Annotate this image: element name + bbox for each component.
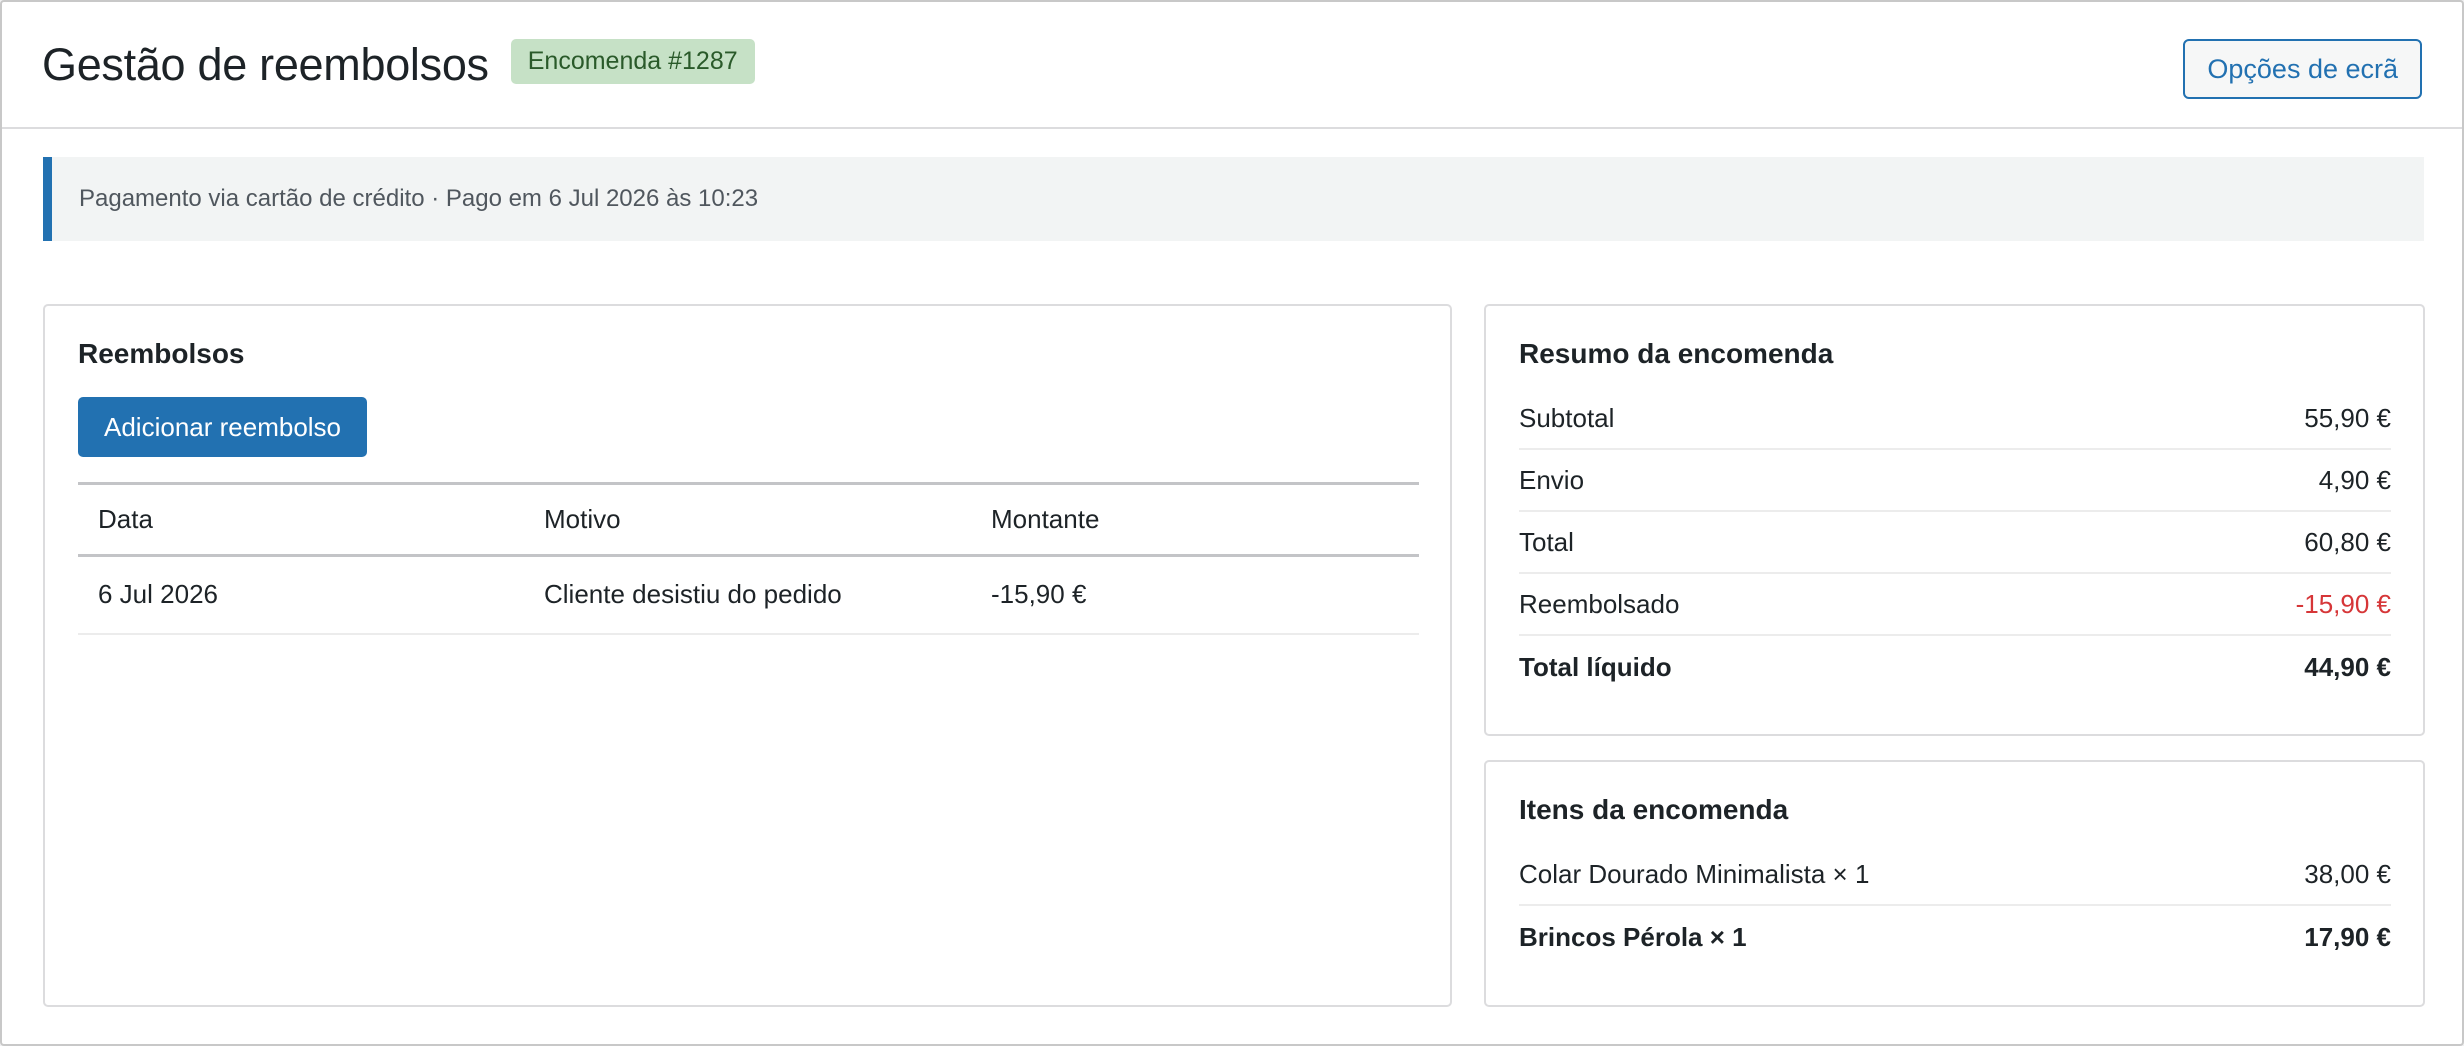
order-items-card: Itens da encomenda Colar Dourado Minimal…	[1484, 760, 2425, 1007]
summary-row-net-total: Total líquido 44,90 €	[1519, 636, 2391, 698]
payment-notice-text: Pagamento via cartão de crédito · Pago e…	[79, 185, 759, 212]
list-item: Colar Dourado Minimalista × 1 38,00 €	[1519, 844, 2391, 906]
summary-value: 4,90 €	[2318, 464, 2391, 495]
page-header: Gestão de reembolsos Encomenda #1287 Opç…	[2, 2, 2462, 129]
summary-row-refunded: Reembolsado -15,90 €	[1519, 574, 2391, 636]
summary-label: Total líquido	[1519, 651, 1672, 682]
summary-value: 55,90 €	[2304, 402, 2391, 433]
summary-value: 44,90 €	[2304, 651, 2391, 682]
item-label: Brincos Pérola × 1	[1519, 921, 1747, 952]
refund-date: 6 Jul 2026	[78, 555, 524, 635]
summary-row-total: Total 60,80 €	[1519, 512, 2391, 574]
summary-value: 60,80 €	[2304, 526, 2391, 557]
summary-label: Subtotal	[1519, 402, 1615, 433]
table-row[interactable]: 6 Jul 2026 Cliente desistiu do pedido -1…	[78, 555, 1419, 635]
table-header-row: Data Motivo Montante	[78, 482, 1419, 557]
order-summary-title: Resumo da encomenda	[1519, 338, 1834, 369]
list-item: Brincos Pérola × 1 17,90 €	[1519, 906, 2391, 968]
item-price: 38,00 €	[2304, 858, 2391, 889]
app-window: Gestão de reembolsos Encomenda #1287 Opç…	[0, 0, 2464, 1046]
refunds-card: Reembolsos Adicionar reembolso Data Moti…	[43, 304, 1452, 1007]
order-items-title: Itens da encomenda	[1519, 794, 1789, 825]
column-header-date[interactable]: Data	[78, 482, 524, 557]
column-header-amount[interactable]: Montante	[971, 482, 1419, 557]
order-status-badge: Encomenda #1287	[510, 39, 755, 84]
payment-notice: Pagamento via cartão de crédito · Pago e…	[43, 157, 2424, 241]
summary-label: Envio	[1519, 464, 1585, 495]
order-summary-card: Resumo da encomenda Subtotal 55,90 € Env…	[1484, 304, 2425, 736]
order-items-list: Colar Dourado Minimalista × 1 38,00 € Br…	[1519, 844, 2391, 968]
summary-row-shipping: Envio 4,90 €	[1519, 450, 2391, 512]
summary-label: Total	[1519, 526, 1574, 557]
order-summary-list: Subtotal 55,90 € Envio 4,90 € Total 60,8…	[1519, 388, 2391, 698]
refunds-table: Data Motivo Montante 6 Jul 2026 Cliente …	[78, 482, 1419, 635]
refund-amount: -15,90 €	[971, 555, 1419, 635]
page-title: Gestão de reembolsos	[42, 38, 489, 90]
refund-reason: Cliente desistiu do pedido	[524, 555, 971, 635]
column-header-reason[interactable]: Motivo	[524, 482, 971, 557]
item-price: 17,90 €	[2304, 921, 2391, 952]
add-refund-button[interactable]: Adicionar reembolso	[78, 397, 368, 457]
summary-row-subtotal: Subtotal 55,90 €	[1519, 388, 2391, 450]
summary-label: Reembolsado	[1519, 588, 1680, 619]
item-label: Colar Dourado Minimalista × 1	[1519, 858, 1870, 889]
summary-value: -15,90 €	[2295, 588, 2391, 619]
screen-options-button[interactable]: Opções de ecrã	[2183, 39, 2422, 99]
refunds-title: Reembolsos	[78, 338, 245, 369]
